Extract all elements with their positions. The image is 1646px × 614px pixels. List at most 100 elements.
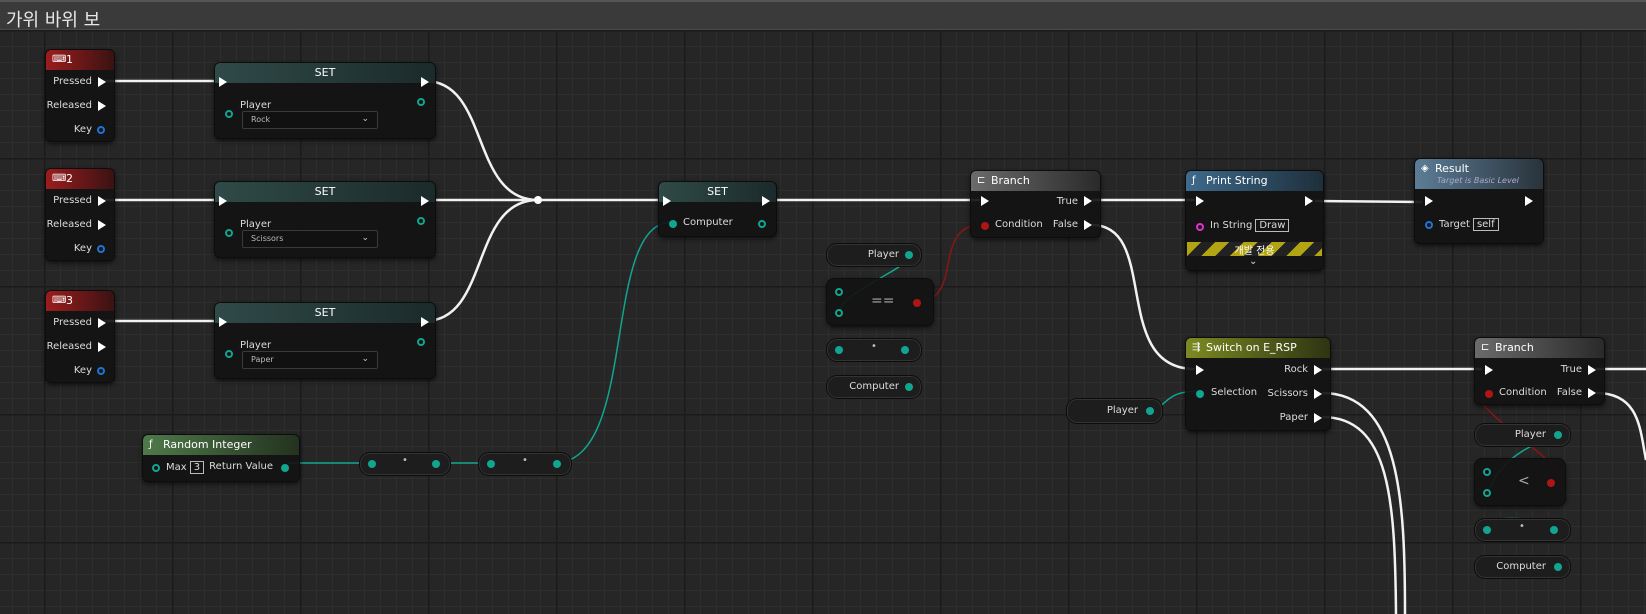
player-out-pin[interactable] xyxy=(417,338,425,346)
branch-2-node[interactable]: ⊏ Branch True Condition False xyxy=(1474,337,1605,405)
player-getter-2[interactable]: Player xyxy=(1474,423,1571,447)
compare-result-pin[interactable] xyxy=(913,299,921,307)
computer-getter-2[interactable]: Computer xyxy=(1474,555,1571,579)
exec-out-pin[interactable] xyxy=(421,196,429,206)
exec-out-pin[interactable] xyxy=(1305,196,1313,206)
random-integer-node[interactable]: ƒ Random Integer Max 3 Return Value xyxy=(142,434,300,482)
exec-out-pin[interactable] xyxy=(421,77,429,87)
computer-in-pin[interactable] xyxy=(669,220,677,228)
result-node[interactable]: ◈ Result Target is Basic Level Target sel… xyxy=(1414,158,1544,244)
true-exec-pin[interactable] xyxy=(1588,365,1596,375)
enum-conversion-1[interactable]: • xyxy=(826,338,922,362)
player-in-pin[interactable] xyxy=(225,350,233,358)
player-out-pin[interactable] xyxy=(905,251,913,259)
expand-chevron-icon[interactable]: ⌄ xyxy=(1249,256,1257,267)
key-event-3-header[interactable]: ⌨ 3 xyxy=(46,291,114,311)
return-value-pin[interactable] xyxy=(281,464,289,472)
branch-2-header[interactable]: ⊏ Branch xyxy=(1475,338,1604,358)
exec-in-pin[interactable] xyxy=(1425,196,1433,206)
compare-b-pin[interactable] xyxy=(835,309,843,317)
max-value-box[interactable]: 3 xyxy=(189,461,205,474)
key-struct-pin[interactable] xyxy=(97,367,105,375)
computer-out-pin[interactable] xyxy=(905,383,913,391)
player-value-dropdown[interactable]: Rock ⌄ xyxy=(242,111,378,129)
compare-a-pin[interactable] xyxy=(835,288,843,296)
released-exec-pin[interactable] xyxy=(98,101,106,111)
in-string-value-box[interactable]: Draw xyxy=(1255,219,1290,232)
exec-out-pin[interactable] xyxy=(1525,196,1533,206)
pressed-exec-pin[interactable] xyxy=(98,318,106,328)
player-getter-1[interactable]: Player xyxy=(826,243,922,267)
key-struct-pin[interactable] xyxy=(97,126,105,134)
released-exec-pin[interactable] xyxy=(98,220,106,230)
exec-in-pin[interactable] xyxy=(219,317,227,327)
equal-compare-node[interactable]: == xyxy=(826,278,934,326)
exec-out-pin[interactable] xyxy=(421,317,429,327)
pressed-exec-pin[interactable] xyxy=(98,77,106,87)
switch-on-e-rsp-node[interactable]: ⇶ Switch on E_RSP Rock Selection Scissor… xyxy=(1185,337,1331,431)
computer-out-pin[interactable] xyxy=(1554,563,1562,571)
byte-to-enum-conversion[interactable]: • xyxy=(478,452,572,476)
print-string-node[interactable]: ƒ Print String In String Draw 개발 전용 ⌄ xyxy=(1185,170,1324,271)
max-in-pin[interactable] xyxy=(152,464,160,472)
exec-in-pin[interactable] xyxy=(663,196,671,206)
compare-result-pin[interactable] xyxy=(1547,479,1555,487)
conv-out-pin[interactable] xyxy=(901,346,909,354)
set-player-scissors-node[interactable]: SET Player Scissors ⌄ xyxy=(214,181,436,258)
set-computer-header[interactable]: SET xyxy=(659,182,776,202)
key-event-3-node[interactable]: ⌨ 3 Pressed Released Key xyxy=(45,290,115,383)
player-value-dropdown[interactable]: Scissors ⌄ xyxy=(242,230,378,248)
key-event-2-header[interactable]: ⌨ 2 xyxy=(46,169,114,189)
exec-in-pin[interactable] xyxy=(1196,196,1204,206)
false-exec-pin[interactable] xyxy=(1588,388,1596,398)
player-out-pin[interactable] xyxy=(1146,407,1154,415)
exec-in-pin[interactable] xyxy=(981,196,989,206)
exec-in-pin[interactable] xyxy=(219,196,227,206)
conv-in-pin[interactable] xyxy=(835,346,843,354)
key-struct-pin[interactable] xyxy=(97,245,105,253)
computer-getter-1[interactable]: Computer xyxy=(826,375,922,399)
key-event-2-node[interactable]: ⌨ 2 Pressed Released Key xyxy=(45,168,115,261)
branch-1-node[interactable]: ⊏ Branch True Condition False xyxy=(970,170,1101,238)
branch-1-header[interactable]: ⊏ Branch xyxy=(971,171,1100,191)
set-player-rock-node[interactable]: SET Player Rock ⌄ xyxy=(214,62,436,139)
conv-out-pin[interactable] xyxy=(553,460,561,468)
set-computer-node[interactable]: SET Computer xyxy=(658,181,777,237)
set-player-scissors-header[interactable]: SET xyxy=(215,182,435,202)
player-value-dropdown[interactable]: Paper ⌄ xyxy=(242,351,378,369)
result-header[interactable]: ◈ Result Target is Basic Level xyxy=(1415,159,1543,189)
set-player-paper-node[interactable]: SET Player Paper ⌄ xyxy=(214,302,436,379)
selection-pin[interactable] xyxy=(1196,390,1204,398)
player-out-pin[interactable] xyxy=(417,217,425,225)
compare-b-pin[interactable] xyxy=(1483,489,1491,497)
exec-in-pin[interactable] xyxy=(1485,365,1493,375)
conv-in-pin[interactable] xyxy=(1483,526,1491,534)
int-to-byte-conversion[interactable]: • xyxy=(359,452,451,476)
set-player-rock-header[interactable]: SET xyxy=(215,63,435,83)
exec-out-pin[interactable] xyxy=(762,196,770,206)
condition-pin[interactable] xyxy=(981,222,989,230)
set-player-paper-header[interactable]: SET xyxy=(215,303,435,323)
rock-exec-pin[interactable] xyxy=(1314,365,1322,375)
target-value-box[interactable]: self xyxy=(1472,218,1499,231)
player-out-pin[interactable] xyxy=(417,98,425,106)
conv-out-pin[interactable] xyxy=(432,460,440,468)
conv-out-pin[interactable] xyxy=(1550,526,1558,534)
released-exec-pin[interactable] xyxy=(98,342,106,352)
conv-in-pin[interactable] xyxy=(487,460,495,468)
condition-pin[interactable] xyxy=(1485,390,1493,398)
less-than-compare-node[interactable]: < xyxy=(1474,458,1566,506)
print-string-header[interactable]: ƒ Print String xyxy=(1186,171,1323,191)
enum-conversion-2[interactable]: • xyxy=(1474,518,1571,542)
true-exec-pin[interactable] xyxy=(1084,196,1092,206)
exec-in-pin[interactable] xyxy=(1196,365,1204,375)
target-pin[interactable] xyxy=(1425,221,1433,229)
computer-out-pin[interactable] xyxy=(758,220,766,228)
random-integer-header[interactable]: ƒ Random Integer xyxy=(143,435,299,455)
player-getter-switch[interactable]: Player xyxy=(1066,398,1163,424)
key-event-1-node[interactable]: ⌨ 1 Pressed Released Key xyxy=(45,49,115,142)
pressed-exec-pin[interactable] xyxy=(98,196,106,206)
conv-in-pin[interactable] xyxy=(368,460,376,468)
in-string-pin[interactable] xyxy=(1196,223,1204,231)
false-exec-pin[interactable] xyxy=(1084,220,1092,230)
